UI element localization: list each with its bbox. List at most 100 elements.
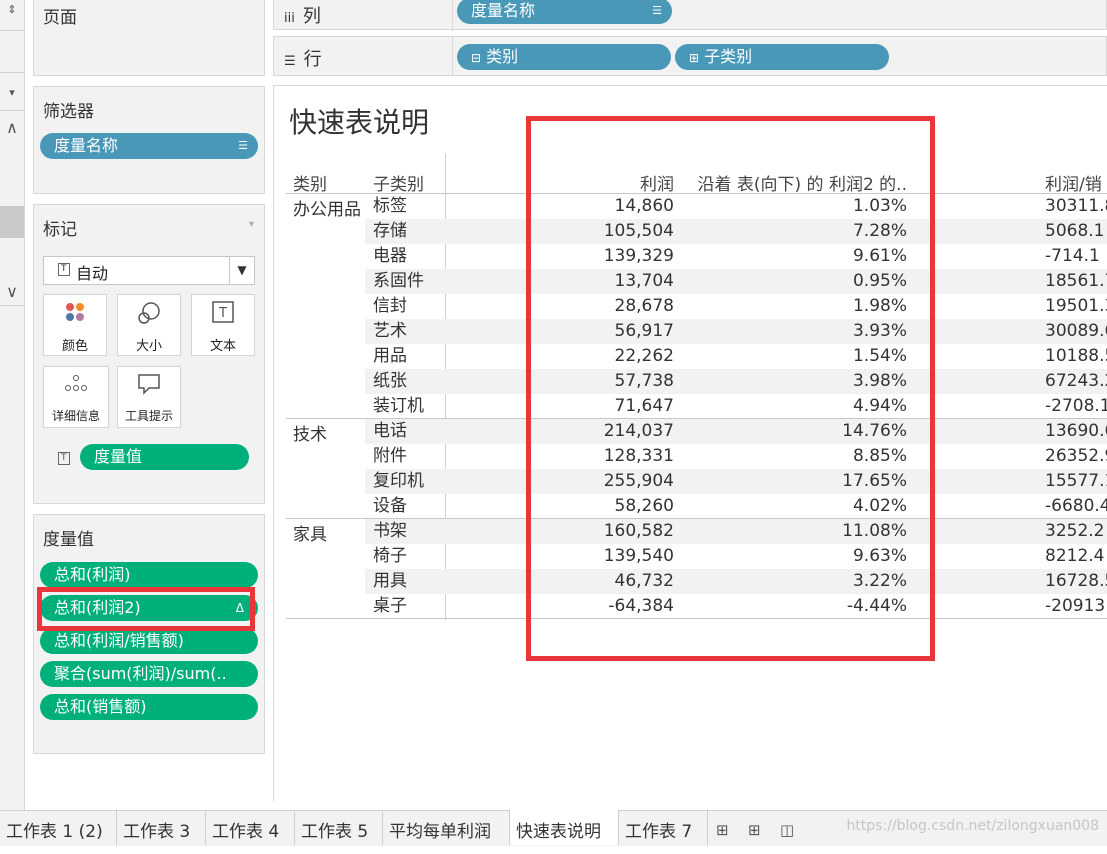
columns-pill-measure-names[interactable]: 度量名称 ☰: [457, 0, 672, 24]
header-profit-ratio[interactable]: 利润/销: [1045, 170, 1102, 195]
scroll-down-icon[interactable]: ∨: [0, 282, 24, 301]
rows-shelf[interactable]: ☰ 行 ⊟ 类别 ⊞ 子类别: [273, 36, 1107, 76]
chevron-down-icon[interactable]: ▼: [229, 257, 254, 284]
collapse-icon: ⊟: [471, 51, 482, 65]
marks-text-label: 文本: [209, 339, 236, 354]
new-story-icon[interactable]: ◫: [780, 821, 794, 839]
marks-color-button[interactable]: 颜色: [43, 294, 107, 356]
scrollbar-thumb[interactable]: [0, 206, 24, 238]
subcategory-cell: 附件: [373, 446, 407, 466]
tooltip-bubble-icon: [118, 373, 180, 407]
tab-avg-profit[interactable]: 平均每单利润: [383, 810, 510, 845]
divider: [0, 305, 24, 306]
marks-color-label: 颜色: [61, 339, 88, 354]
marks-field-pill[interactable]: 度量值: [80, 444, 249, 470]
profit-ratio-cell: 26352.9: [1045, 446, 1107, 466]
marks-panel: 标记 ▾ T 自动 ▼ 颜色 大小 T 文本 详细信息 工具提示 T 度量值: [33, 204, 265, 504]
pages-title: 页面: [43, 8, 77, 28]
measure-pill-profit[interactable]: 总和(利润): [40, 562, 258, 588]
divider: [0, 110, 24, 111]
marks-title: 标记: [43, 220, 77, 240]
divider: [0, 30, 24, 31]
divider: [0, 72, 24, 73]
rows-pill-category[interactable]: ⊟ 类别: [457, 44, 671, 70]
pages-panel: 页面: [33, 0, 265, 76]
divider: [452, 37, 453, 75]
mark-type-select[interactable]: T 自动 ▼: [43, 256, 255, 285]
header-subcategory[interactable]: 子类别: [373, 170, 424, 195]
profit-ratio-cell: 30311.8: [1045, 196, 1107, 216]
new-worksheet-icon[interactable]: ⊞: [716, 821, 729, 839]
marks-size-button[interactable]: 大小: [117, 294, 181, 356]
profit-ratio-cell: -2708.1: [1045, 396, 1107, 416]
chevron-updown-icon[interactable]: ⇕: [0, 3, 24, 16]
subcategory-cell: 用具: [373, 571, 407, 591]
profit-ratio-cell: 10188.5: [1045, 346, 1107, 366]
highlight-box-profit2: [37, 587, 255, 631]
detail-dots-icon: [44, 373, 108, 407]
subcategory-cell: 桌子: [373, 596, 407, 616]
header-category[interactable]: 类别: [293, 170, 327, 195]
filters-title: 筛选器: [43, 102, 94, 122]
rows-icon: ☰: [284, 54, 296, 69]
tab-sheet-7[interactable]: 工作表 7: [619, 810, 708, 845]
chevron-down-icon[interactable]: ▾: [0, 86, 24, 99]
tab-sheet-4[interactable]: 工作表 4: [206, 810, 295, 845]
subcategory-cell: 电器: [373, 246, 407, 266]
profit-ratio-cell: 5068.1: [1045, 221, 1105, 241]
category-label[interactable]: 办公用品: [293, 195, 361, 220]
scroll-up-icon[interactable]: ∧: [0, 118, 24, 137]
profit-ratio-cell: 19501.3: [1045, 296, 1107, 316]
worksheet-title: 快速表说明: [289, 106, 430, 139]
sort-icon: ☰: [652, 4, 662, 17]
profit-ratio-cell: 8212.4: [1045, 546, 1105, 566]
tab-quick-table[interactable]: 快速表说明: [510, 810, 619, 845]
columns-shelf[interactable]: iii 列 度量名称 ☰: [273, 0, 1107, 31]
subcategory-cell: 艺术: [373, 321, 407, 341]
rows-pill-category-label: 类别: [486, 47, 519, 66]
marks-detail-label: 详细信息: [51, 409, 100, 423]
marks-detail-button[interactable]: 详细信息: [43, 366, 109, 428]
filter-pill-label: 度量名称: [54, 136, 119, 155]
subcategory-cell: 标签: [373, 196, 407, 216]
highlight-box-column: [526, 116, 935, 661]
profit-ratio-cell: 13690.6: [1045, 421, 1107, 441]
rows-pill-subcategory[interactable]: ⊞ 子类别: [675, 44, 889, 70]
rows-pill-subcategory-label: 子类别: [704, 47, 753, 66]
tab-sheet-1-2[interactable]: 工作表 1 (2): [0, 810, 117, 845]
measure-pill-profit-ratio[interactable]: 总和(利润/销售额): [40, 628, 258, 654]
expand-icon: ⊞: [689, 51, 700, 65]
rows-label-text: 行: [303, 49, 322, 70]
new-dashboard-icon[interactable]: ⊞: [748, 821, 761, 839]
subcategory-cell: 电话: [373, 421, 407, 441]
watermark: https://blog.csdn.net/zilongxuan008: [846, 818, 1099, 834]
subcategory-cell: 系固件: [373, 271, 424, 291]
tab-sheet-3[interactable]: 工作表 3: [117, 810, 206, 845]
category-label[interactable]: 家具: [293, 520, 327, 545]
marks-size-label: 大小: [135, 339, 162, 354]
marks-tooltip-label: 工具提示: [124, 409, 173, 423]
measure-pill-agg-ratio[interactable]: 聚合(sum(利润)/sum(..: [40, 661, 258, 687]
mark-type-value: 自动: [76, 264, 109, 283]
columns-pill-label: 度量名称: [471, 1, 536, 20]
text-t-icon: T: [192, 301, 254, 335]
svg-text:T: T: [218, 306, 227, 321]
profit-ratio-cell: -20913.2: [1045, 596, 1107, 616]
filters-panel: 筛选器 度量名称 ☰: [33, 86, 265, 194]
left-scroll-strip: ⇕ ▾ ∧ ∨: [0, 0, 25, 810]
tab-sheet-5[interactable]: 工作表 5: [295, 810, 383, 845]
subcategory-cell: 椅子: [373, 546, 407, 566]
marks-tooltip-button[interactable]: 工具提示: [117, 366, 181, 428]
divider: [452, 0, 453, 31]
measure-values-title: 度量值: [43, 530, 94, 550]
marks-menu-icon[interactable]: ▾: [249, 219, 254, 230]
measure-pill-sales[interactable]: 总和(销售额): [40, 694, 258, 720]
columns-label-text: 列: [302, 6, 321, 27]
category-label[interactable]: 技术: [293, 420, 327, 445]
filter-pill-measure-names[interactable]: 度量名称 ☰: [40, 133, 258, 159]
marks-text-button[interactable]: T 文本: [191, 294, 255, 356]
subcategory-cell: 书架: [373, 521, 407, 541]
subcategory-cell: 存储: [373, 221, 407, 241]
color-dots-icon: [44, 301, 106, 335]
subcategory-cell: 纸张: [373, 371, 407, 391]
